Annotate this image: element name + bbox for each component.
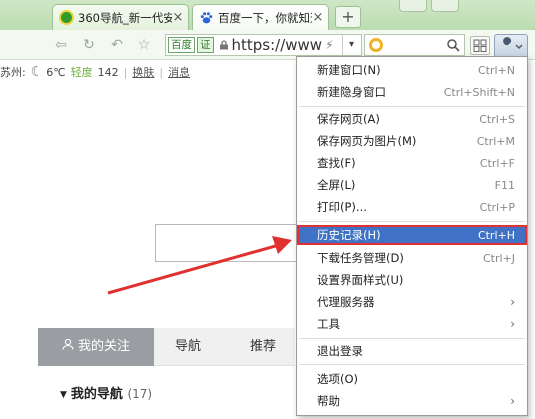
search-box[interactable] [364, 34, 465, 56]
menu-item-label: 帮助 [317, 394, 340, 408]
tab-label: 我的关注 [77, 339, 130, 354]
my-nav-count: (17) [127, 387, 153, 401]
tools-menu-button[interactable] [494, 34, 528, 58]
menu-item-shortcut: Ctrl+H [477, 228, 515, 242]
window-controls [385, 0, 535, 14]
menu-item-save-page[interactable]: 保存网页(A) Ctrl+S [297, 108, 527, 130]
menu-item-help[interactable]: 帮助 › [297, 390, 527, 412]
tab-360-navigation[interactable]: 360导航_新一代安 × [52, 4, 189, 30]
menu-separator [299, 338, 525, 339]
air-quality-label: 轻度 [70, 66, 93, 79]
certificate-chip[interactable]: 证 [197, 37, 214, 53]
tab-title: 百度一下，你就知道 [218, 10, 312, 25]
so-search-logo-icon[interactable] [369, 38, 383, 52]
menu-item-label: 保存网页为图片(M) [317, 134, 417, 148]
menu-separator [299, 221, 525, 222]
menu-item-shortcut: Ctrl+P [479, 200, 515, 214]
air-quality-value: 142 [97, 65, 119, 79]
site-identity-chip[interactable]: 百度 [168, 37, 195, 53]
my-nav-label: 我的导航 [70, 387, 123, 402]
back-arrow-icon[interactable]: ⇦ [52, 36, 70, 54]
skin-link[interactable]: 换肤 [132, 64, 154, 80]
close-icon[interactable]: × [172, 10, 184, 25]
close-icon[interactable]: × [312, 10, 324, 25]
url-dropdown-button[interactable]: ▾ [342, 35, 360, 55]
menu-item-label: 新建隐身窗口 [317, 85, 386, 99]
address-bar[interactable]: 百度 证 https://www ⚡ [165, 34, 362, 56]
menu-item-save-as-image[interactable]: 保存网页为图片(M) Ctrl+M [297, 130, 527, 152]
menu-item-label: 新建窗口(N) [317, 63, 381, 77]
menu-item-label: 保存网页(A) [317, 112, 380, 126]
tab-title: 360导航_新一代安 [78, 10, 172, 25]
menu-item-shortcut: Ctrl+F [479, 156, 515, 170]
menu-item-label: 查找(F) [317, 156, 356, 170]
chevron-right-icon: › [510, 394, 515, 408]
bolt-icon[interactable]: ⚡ [325, 38, 333, 52]
message-link[interactable]: 消息 [168, 64, 190, 80]
temperature: 6℃ [46, 65, 66, 79]
menu-item-label: 全屏(L) [317, 178, 356, 192]
lock-icon [219, 40, 228, 50]
tab-recommend[interactable]: 推荐 [250, 328, 276, 366]
menu-item-shortcut: Ctrl+M [476, 134, 515, 148]
menu-item-label: 代理服务器 [317, 295, 375, 309]
menu-item-label: 下载任务管理(D) [317, 251, 404, 265]
menu-item-proxy-server[interactable]: 代理服务器 › [297, 291, 527, 313]
menu-item-label: 选项(O) [317, 372, 359, 386]
menu-item-label: 打印(P)... [317, 200, 367, 214]
menu-item-fullscreen[interactable]: 全屏(L) F11 [297, 174, 527, 196]
menu-item-history[interactable]: 历史记录(H) Ctrl+H [297, 225, 527, 245]
baidu-search-input[interactable] [155, 224, 300, 262]
my-navigation-header[interactable]: ▼ 我的导航 (17) [60, 383, 152, 402]
separator: | [123, 65, 128, 79]
content-tabs: 我的关注 导航 推荐 [38, 328, 295, 366]
separator: | [159, 65, 164, 79]
menu-item-tools[interactable]: 工具 › [297, 313, 527, 335]
chevron-right-icon: › [510, 295, 515, 309]
search-icon[interactable] [446, 38, 460, 52]
menu-item-download-manager[interactable]: 下载任务管理(D) Ctrl+J [297, 247, 527, 269]
tab-strip: 360导航_新一代安 × 百度一下，你就知道 × + [0, 0, 535, 30]
menu-item-label: 设置界面样式(U) [317, 273, 404, 287]
menu-item-shortcut: Ctrl+S [479, 112, 515, 126]
menu-item-label: 工具 [317, 317, 340, 331]
tab-my-follow[interactable]: 我的关注 [38, 328, 154, 366]
menu-item-options[interactable]: 选项(O) [297, 368, 527, 390]
menu-item-new-window[interactable]: 新建窗口(N) Ctrl+N [297, 59, 527, 81]
menu-item-find[interactable]: 查找(F) Ctrl+F [297, 152, 527, 174]
new-tab-button[interactable]: + [335, 6, 361, 28]
window-skin-button[interactable] [399, 0, 427, 12]
tab-navigation[interactable]: 导航 [175, 328, 201, 366]
refresh-icon[interactable]: ↻ [80, 36, 98, 54]
menu-item-shortcut: Ctrl+J [482, 251, 515, 265]
undo-close-icon[interactable]: ↶ [108, 36, 126, 54]
tools-context-menu: 新建窗口(N) Ctrl+N 新建隐身窗口 Ctrl+Shift+N 保存网页(… [296, 56, 528, 416]
wrench-icon [501, 37, 523, 52]
menu-item-interface-style[interactable]: 设置界面样式(U) [297, 269, 527, 291]
chevron-right-icon: › [510, 317, 515, 331]
url-text[interactable]: https://www [232, 36, 323, 54]
menu-item-label: 退出登录 [317, 344, 363, 358]
menu-separator [299, 364, 525, 365]
baidu-paw-icon [200, 12, 213, 24]
menu-item-print[interactable]: 打印(P)... Ctrl+P [297, 196, 527, 218]
caret-down-icon: ▼ [60, 390, 67, 400]
tab-baidu[interactable]: 百度一下，你就知道 × [192, 4, 329, 30]
city-label[interactable]: 苏州: [0, 64, 26, 80]
window-menu-button[interactable] [431, 0, 459, 12]
menu-item-new-incognito-window[interactable]: 新建隐身窗口 Ctrl+Shift+N [297, 81, 527, 103]
360-logo-icon [59, 10, 74, 25]
moon-icon: ☾ [30, 64, 44, 80]
grid-icon [473, 39, 487, 52]
apps-grid-button[interactable] [470, 36, 490, 55]
menu-item-label: 历史记录(H) [317, 228, 381, 242]
star-icon[interactable]: ☆ [135, 36, 153, 54]
menu-item-shortcut: Ctrl+Shift+N [443, 85, 515, 99]
menu-item-logout[interactable]: 退出登录 [297, 340, 527, 362]
weather-info-bar: 苏州: ☾ 6℃ 轻度 142 | 换肤 | 消息 [0, 62, 195, 82]
person-icon [62, 328, 74, 366]
menu-separator [299, 106, 525, 107]
menu-item-shortcut: F11 [494, 178, 515, 192]
menu-item-shortcut: Ctrl+N [477, 63, 515, 77]
